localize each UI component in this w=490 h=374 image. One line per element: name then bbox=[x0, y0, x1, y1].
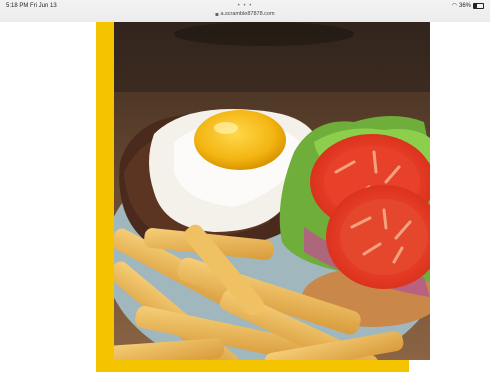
address-bar[interactable]: a.scramble87878.com bbox=[215, 11, 275, 17]
battery-icon bbox=[473, 3, 484, 9]
status-indicators: ◠ 36% bbox=[452, 3, 484, 9]
wifi-icon: ◠ bbox=[451, 3, 457, 9]
status-bar: 5:18 PM Fri Jun 13 • • • a.scramble87878… bbox=[0, 0, 490, 22]
address-bar-url: a.scramble87878.com bbox=[220, 11, 275, 17]
lock-icon bbox=[215, 12, 219, 16]
screen: 5:18 PM Fri Jun 13 • • • a.scramble87878… bbox=[0, 0, 490, 374]
burger-and-fries-photo bbox=[114, 22, 430, 360]
status-time: 5:18 PM Fri Jun 13 bbox=[6, 3, 57, 9]
battery-percent: 36% bbox=[458, 3, 471, 9]
multitasking-dots[interactable]: • • • bbox=[238, 3, 253, 9]
